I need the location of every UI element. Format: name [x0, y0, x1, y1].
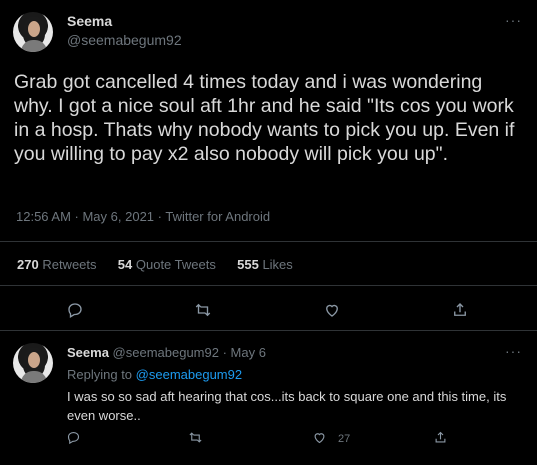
divider: [0, 330, 537, 331]
tweet-stats-bar: 270 Retweets 54 Quote Tweets 555 Likes: [17, 257, 293, 272]
replying-to-handle-link[interactable]: @seemabegum92: [136, 367, 242, 382]
reply-icon[interactable]: [66, 301, 84, 319]
retweets-stat[interactable]: 270 Retweets: [17, 257, 100, 272]
main-tweet-more-button[interactable]: ···: [505, 12, 522, 28]
quotes-label: Quote Tweets: [135, 257, 216, 272]
reply-tweet-text: I was so so sad aft hearing that cos...i…: [67, 389, 507, 423]
retweet-icon[interactable]: [194, 301, 212, 319]
main-tweet-avatar[interactable]: [13, 12, 53, 52]
reply-tweet-header: Seema @seemabegum92 · May 6: [67, 345, 266, 360]
main-tweet-author-handle[interactable]: @seemabegum92: [67, 32, 182, 48]
replying-to-label: Replying to: [67, 367, 133, 382]
likes-label: Likes: [262, 257, 293, 272]
like-icon[interactable]: [323, 301, 341, 319]
likes-stat[interactable]: 555 Likes: [237, 257, 293, 272]
reply-like-count: 27: [338, 433, 351, 445]
reply-tweet-avatar[interactable]: [13, 343, 53, 383]
retweet-icon[interactable]: [188, 430, 203, 445]
quotes-stat[interactable]: 54 Quote Tweets: [118, 257, 220, 272]
reply-tweet-more-button[interactable]: ···: [505, 343, 522, 359]
reply-tweet-author-name[interactable]: Seema: [67, 345, 109, 360]
divider: [0, 241, 537, 242]
share-icon[interactable]: [433, 430, 448, 445]
quotes-count: 54: [117, 257, 133, 272]
share-icon[interactable]: [451, 301, 469, 319]
reply-icon[interactable]: [66, 430, 81, 445]
main-tweet-author-name[interactable]: Seema: [67, 13, 112, 29]
divider: [0, 285, 537, 286]
retweets-count: 270: [17, 257, 39, 272]
reply-tweet-handle-date[interactable]: @seemabegum92 · May 6: [113, 345, 266, 360]
likes-count: 555: [237, 257, 259, 272]
replying-to-line: Replying to @seemabegum92: [67, 367, 242, 382]
main-tweet-timestamp[interactable]: 12:56 AM · May 6, 2021 · Twitter for And…: [16, 209, 270, 224]
main-tweet-text: Grab got cancelled 4 times today and i w…: [14, 71, 515, 165]
retweets-label: Retweets: [42, 257, 97, 272]
like-icon[interactable]: [312, 430, 327, 445]
